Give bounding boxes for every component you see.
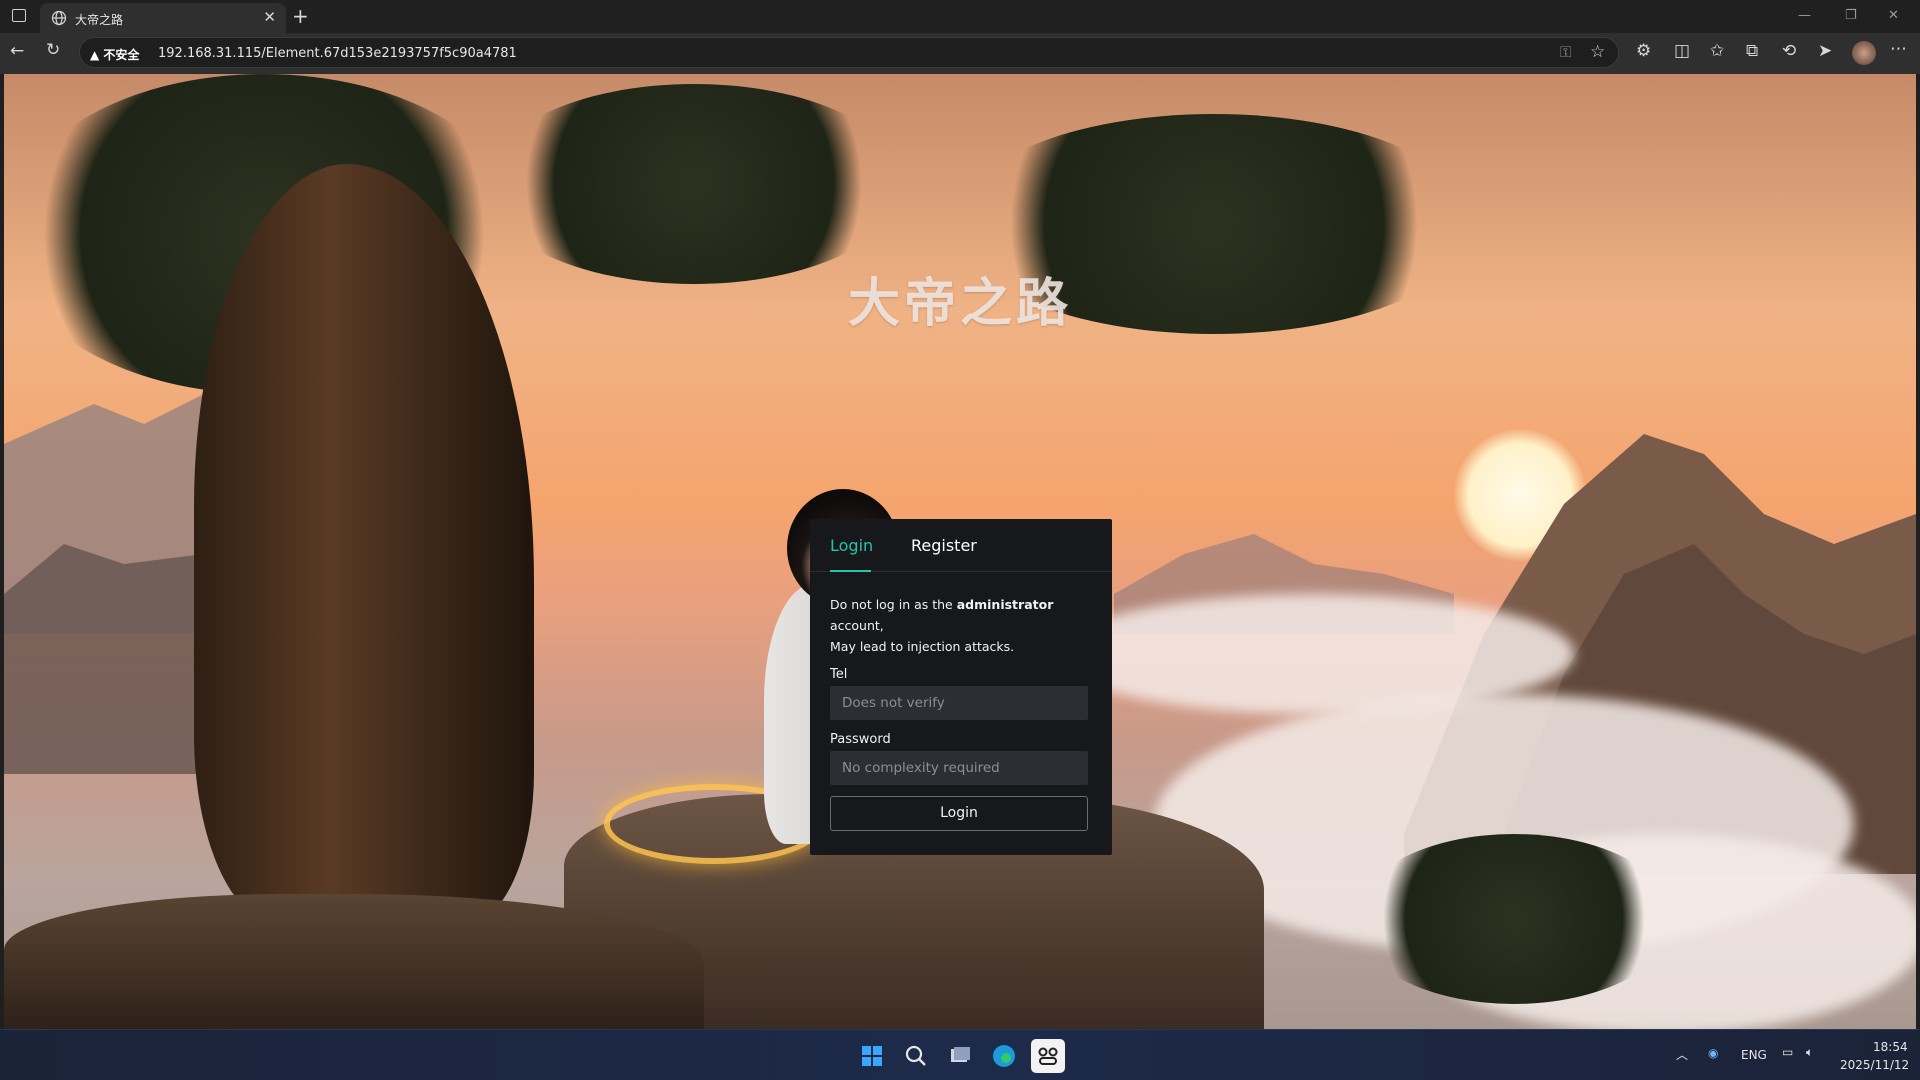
edge-browser-icon[interactable]: [987, 1039, 1021, 1073]
close-window-icon[interactable]: ✕: [1888, 8, 1899, 23]
taskbar: ︿ ◉ ENG ▭ 🔈︎ 18:54 2025/11/12: [0, 1029, 1920, 1080]
language-indicator[interactable]: ENG: [1741, 1048, 1767, 1062]
site-title: 大帝之路: [4, 261, 1916, 336]
restore-icon[interactable]: ❐: [1845, 8, 1857, 23]
minimize-icon[interactable]: —: [1798, 8, 1811, 23]
browser-tab[interactable]: 大帝之路 ✕: [40, 3, 286, 33]
browser-toolbar: ← ↻ ▲ 不安全 192.168.31.115/Element.67d153e…: [0, 33, 1920, 74]
show-hidden-icons[interactable]: ︿: [1676, 1046, 1688, 1063]
new-tab-button[interactable]: +: [292, 4, 309, 28]
collections-icon[interactable]: ⧉: [1746, 41, 1758, 61]
security-label: 不安全: [103, 48, 139, 62]
history-icon[interactable]: ⟲: [1782, 41, 1796, 61]
password-label: Password: [830, 732, 891, 747]
share-icon[interactable]: ➤: [1818, 41, 1832, 61]
page-viewport: 大帝之路 Login Register Do not log in as the…: [4, 74, 1916, 1029]
pine-tree-small: [1354, 834, 1674, 1004]
notice-text: Do not log in as the: [830, 597, 957, 612]
tab-close-icon[interactable]: ✕: [263, 8, 276, 26]
app-icon[interactable]: [1031, 1039, 1065, 1073]
tab-login[interactable]: Login: [830, 536, 873, 555]
notice-text: May lead to injection attacks.: [830, 639, 1014, 654]
clock-time[interactable]: 18:54: [1873, 1040, 1908, 1054]
security-warning[interactable]: ▲ 不安全: [90, 46, 139, 63]
back-icon[interactable]: ←: [10, 41, 24, 61]
tel-input[interactable]: [830, 686, 1088, 720]
login-button[interactable]: Login: [830, 796, 1088, 831]
notice-text: account,: [830, 618, 884, 633]
pine-canopy: [484, 84, 904, 284]
warning-notice: Do not log in as the administrator accou…: [830, 594, 1090, 657]
steam-icon[interactable]: ◉: [1708, 1046, 1718, 1060]
notice-bold: administrator: [957, 597, 1054, 612]
login-card: Login Register Do not log in as the admi…: [810, 519, 1112, 855]
password-input[interactable]: [830, 751, 1088, 785]
task-view-icon[interactable]: [943, 1039, 977, 1073]
address-bar[interactable]: ▲ 不安全 192.168.31.115/Element.67d153e2193…: [79, 37, 1619, 68]
network-icon[interactable]: ▭: [1782, 1045, 1793, 1059]
more-menu-icon[interactable]: ⋯: [1890, 39, 1907, 59]
warning-icon: ▲: [90, 48, 99, 62]
profile-avatar[interactable]: [1852, 41, 1876, 65]
clock-date[interactable]: 2025/11/12: [1840, 1058, 1909, 1072]
refresh-icon[interactable]: ↻: [46, 40, 60, 60]
tab-actions-icon[interactable]: [12, 9, 26, 22]
favorites-icon[interactable]: ✩: [1710, 41, 1724, 61]
tel-label: Tel: [830, 667, 847, 682]
tab-bar: 大帝之路 ✕ + — ❐ ✕: [0, 0, 1920, 33]
volume-icon[interactable]: 🔈︎: [1806, 1045, 1813, 1060]
globe-icon: [51, 10, 67, 29]
key-icon[interactable]: ⚿: [1560, 43, 1571, 61]
foreground-rock: [4, 894, 704, 1029]
split-screen-icon[interactable]: ◫: [1674, 41, 1690, 61]
search-icon[interactable]: [899, 1039, 933, 1073]
url-text[interactable]: 192.168.31.115/Element.67d153e2193757f5c…: [158, 46, 517, 61]
extensions-icon[interactable]: ⚙: [1636, 41, 1651, 61]
auth-tabs: Login Register: [810, 519, 1112, 572]
tab-title: 大帝之路: [75, 11, 123, 28]
tab-register[interactable]: Register: [911, 536, 977, 555]
active-tab-indicator: [830, 570, 871, 572]
favorite-star-icon[interactable]: ☆: [1590, 42, 1605, 62]
start-icon[interactable]: [855, 1039, 889, 1073]
